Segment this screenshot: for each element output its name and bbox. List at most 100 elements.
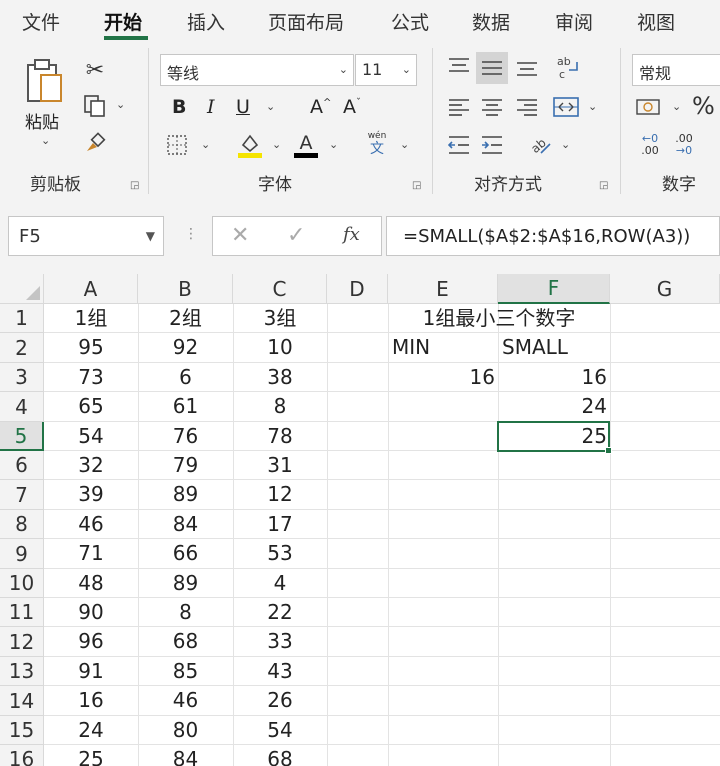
tab-formulas[interactable]: 公式 xyxy=(391,8,429,35)
font-color-dropdown-icon[interactable]: ⌄ xyxy=(329,138,338,151)
column-header-e[interactable]: E xyxy=(388,274,498,304)
font-launcher-icon[interactable]: ◲ xyxy=(412,180,421,191)
confirm-entry-icon[interactable]: ✓ xyxy=(287,223,305,248)
cell-a9[interactable]: 71 xyxy=(44,539,138,568)
alignment-launcher-icon[interactable]: ◲ xyxy=(599,180,608,191)
tab-page-layout[interactable]: 页面布局 xyxy=(268,8,344,35)
italic-button[interactable]: I xyxy=(207,96,215,118)
font-name-select[interactable]: 等线 ⌄ xyxy=(160,54,354,86)
border-icon[interactable] xyxy=(164,132,190,158)
cell-c15[interactable]: 54 xyxy=(233,716,327,745)
cell-f2[interactable]: SMALL xyxy=(498,333,610,362)
cell-b13[interactable]: 85 xyxy=(138,657,233,686)
cell-c4[interactable]: 8 xyxy=(233,392,327,421)
accounting-format-icon[interactable] xyxy=(634,94,664,120)
cell-b15[interactable]: 80 xyxy=(138,716,233,745)
merge-dropdown-icon[interactable]: ⌄ xyxy=(588,100,597,113)
column-header-c[interactable]: C xyxy=(233,274,327,304)
cell-a10[interactable]: 48 xyxy=(44,569,138,598)
format-painter-icon[interactable] xyxy=(82,130,108,156)
cancel-entry-icon[interactable]: ✕ xyxy=(231,223,249,248)
cell-c5[interactable]: 78 xyxy=(233,422,327,451)
cell-e2[interactable]: MIN xyxy=(388,333,498,362)
align-middle-icon[interactable] xyxy=(476,52,508,84)
cell-a14[interactable]: 16 xyxy=(44,686,138,715)
row-header-12[interactable]: 12 xyxy=(0,627,44,657)
tab-insert[interactable]: 插入 xyxy=(187,8,225,35)
cell-c11[interactable]: 22 xyxy=(233,598,327,627)
cell-c12[interactable]: 33 xyxy=(233,627,327,656)
cell-b6[interactable]: 79 xyxy=(138,451,233,480)
font-color-icon[interactable]: A xyxy=(292,130,320,160)
cell-c7[interactable]: 12 xyxy=(233,480,327,509)
cell-c13[interactable]: 43 xyxy=(233,657,327,686)
column-header-d[interactable]: D xyxy=(327,274,388,304)
cell-a5[interactable]: 54 xyxy=(44,422,138,451)
cell-a1[interactable]: 1组 xyxy=(44,304,138,333)
copy-icon[interactable] xyxy=(80,92,110,120)
align-top-icon[interactable] xyxy=(446,54,472,80)
cell-a3[interactable]: 73 xyxy=(44,363,138,392)
row-header-10[interactable]: 10 xyxy=(0,569,44,598)
cell-b3[interactable]: 6 xyxy=(138,363,233,392)
increase-decimal-icon[interactable]: ←0.00 xyxy=(636,130,664,160)
cell-c10[interactable]: 4 xyxy=(233,569,327,598)
cut-icon[interactable]: ✂ xyxy=(82,56,108,84)
font-size-select[interactable]: 11 ⌄ xyxy=(355,54,417,86)
cell-c2[interactable]: 10 xyxy=(233,333,327,362)
wrap-text-icon[interactable]: ab c xyxy=(554,52,582,82)
formula-bar-splitter-icon[interactable]: ⋮ xyxy=(184,226,198,242)
row-header-16[interactable]: 16 xyxy=(0,745,44,766)
cell-a13[interactable]: 91 xyxy=(44,657,138,686)
cell-e3[interactable]: 16 xyxy=(388,363,498,392)
accounting-dropdown-icon[interactable]: ⌄ xyxy=(672,100,681,113)
row-header-8[interactable]: 8 xyxy=(0,510,44,539)
row-header-4[interactable]: 4 xyxy=(0,392,44,422)
row-header-6[interactable]: 6 xyxy=(0,451,44,480)
cell-a7[interactable]: 39 xyxy=(44,480,138,509)
row-header-13[interactable]: 13 xyxy=(0,657,44,686)
align-center-icon[interactable] xyxy=(479,94,505,120)
phonetic-dropdown-icon[interactable]: ⌄ xyxy=(400,138,409,151)
cell-f3[interactable]: 16 xyxy=(498,363,610,392)
cell-b11[interactable]: 8 xyxy=(138,598,233,627)
row-header-2[interactable]: 2 xyxy=(0,333,44,363)
tab-file[interactable]: 文件 xyxy=(22,8,60,35)
cell-a12[interactable]: 96 xyxy=(44,627,138,656)
cell-b10[interactable]: 89 xyxy=(138,569,233,598)
cell-c9[interactable]: 53 xyxy=(233,539,327,568)
cell-c8[interactable]: 17 xyxy=(233,510,327,539)
cell-b1[interactable]: 2组 xyxy=(138,304,233,333)
row-header-3[interactable]: 3 xyxy=(0,363,44,392)
grow-font-button[interactable]: A^ xyxy=(310,96,331,118)
formula-input[interactable]: =SMALL($A$2:$A$16,ROW(A3)) xyxy=(386,216,720,256)
cell-b8[interactable]: 84 xyxy=(138,510,233,539)
cell-e1-merged-title[interactable]: 1组最小三个数字 xyxy=(388,304,610,333)
cell-c6[interactable]: 31 xyxy=(233,451,327,480)
paste-icon[interactable] xyxy=(22,56,68,106)
increase-indent-icon[interactable] xyxy=(479,132,505,158)
orientation-icon[interactable]: ab xyxy=(526,130,554,158)
shrink-font-button[interactable]: Aˇ xyxy=(343,96,361,118)
column-header-g[interactable]: G xyxy=(610,274,720,304)
column-header-f[interactable]: F xyxy=(498,274,610,304)
tab-review[interactable]: 审阅 xyxy=(555,8,593,35)
cell-b5[interactable]: 76 xyxy=(138,422,233,451)
cell-a2[interactable]: 95 xyxy=(44,333,138,362)
align-bottom-icon[interactable] xyxy=(514,54,540,80)
cell-a11[interactable]: 90 xyxy=(44,598,138,627)
decrease-indent-icon[interactable] xyxy=(446,132,472,158)
cell-b9[interactable]: 66 xyxy=(138,539,233,568)
cell-b12[interactable]: 68 xyxy=(138,627,233,656)
row-header-5[interactable]: 5 xyxy=(0,422,44,451)
clipboard-launcher-icon[interactable]: ◲ xyxy=(130,180,139,191)
underline-button[interactable]: U xyxy=(236,96,250,118)
fill-handle[interactable] xyxy=(605,447,612,454)
fill-color-dropdown-icon[interactable]: ⌄ xyxy=(272,138,281,151)
column-header-b[interactable]: B xyxy=(138,274,233,304)
cell-b14[interactable]: 46 xyxy=(138,686,233,715)
percent-style-button[interactable]: % xyxy=(692,92,715,120)
cell-a16[interactable]: 25 xyxy=(44,745,138,766)
cell-b4[interactable]: 61 xyxy=(138,392,233,421)
cell-c1[interactable]: 3组 xyxy=(233,304,327,333)
